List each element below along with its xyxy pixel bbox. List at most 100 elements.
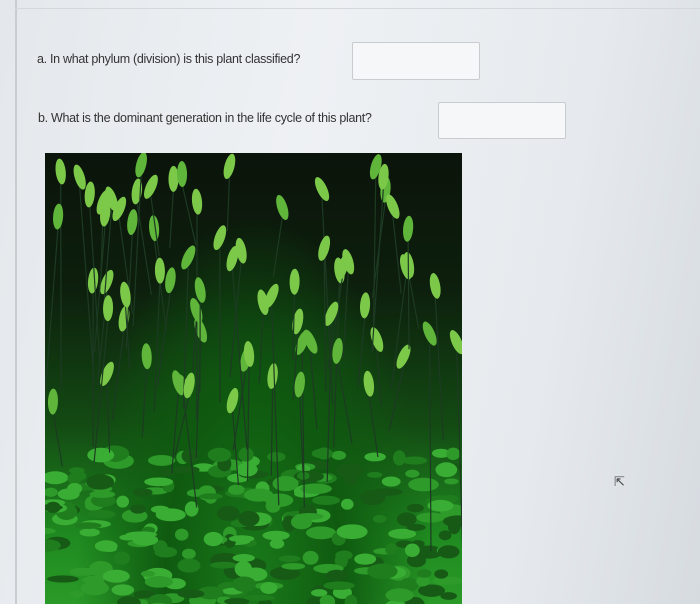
moss-leaf xyxy=(69,567,97,576)
moss-leaf xyxy=(335,463,364,478)
moss-leaf xyxy=(228,484,245,495)
moss-stalk xyxy=(169,188,175,249)
moss-stalk xyxy=(321,199,334,405)
moss-leaf xyxy=(269,538,285,549)
moss-capsule xyxy=(47,388,58,415)
moss-stalk xyxy=(309,351,318,430)
moss-capsule xyxy=(226,387,239,414)
moss-leaf xyxy=(340,498,354,510)
moss-capsule xyxy=(314,177,330,202)
moss-capsule xyxy=(429,273,441,299)
moss-leaf xyxy=(354,553,377,565)
moss-leaf xyxy=(102,569,130,583)
moss-leaf xyxy=(438,530,452,541)
moss-leaf xyxy=(294,512,324,520)
moss-leaf xyxy=(406,523,426,531)
moss-leaf xyxy=(432,576,462,585)
moss-leaf xyxy=(87,447,115,463)
moss-capsule xyxy=(223,153,236,179)
moss-leaf xyxy=(305,526,337,540)
moss-leaf xyxy=(155,508,186,522)
moss-capsule xyxy=(370,327,384,352)
moss-leaf xyxy=(87,509,116,519)
moss-leaf xyxy=(238,510,260,527)
moss-leaf xyxy=(427,499,454,512)
moss-stalk xyxy=(390,276,407,390)
moss-stalk xyxy=(171,392,179,474)
moss-leaf xyxy=(401,456,428,465)
moss-stalk xyxy=(392,216,402,294)
divider xyxy=(15,8,700,9)
moss-leaf xyxy=(207,447,232,462)
moss-leaf xyxy=(130,504,147,514)
moss-capsule xyxy=(177,161,188,188)
moss-stalk xyxy=(388,366,405,432)
moss-capsule xyxy=(181,245,196,270)
moss-stalk xyxy=(270,386,274,476)
moss-leaf xyxy=(408,477,439,492)
moss-leaf xyxy=(203,531,224,547)
moss-stalk xyxy=(93,318,109,462)
moss-stalk xyxy=(258,312,264,384)
moss-capsule xyxy=(165,267,176,294)
moss-leaf xyxy=(199,493,223,500)
moss-leaf xyxy=(177,589,205,599)
moss-leaf xyxy=(262,530,290,541)
moss-leaf xyxy=(113,551,131,565)
moss-leaf xyxy=(381,476,401,487)
moss-capsule xyxy=(154,257,165,284)
moss-leaf xyxy=(385,543,398,556)
question-a-answer-input[interactable] xyxy=(352,42,480,80)
moss-leaf xyxy=(243,488,274,502)
moss-capsule xyxy=(403,215,414,242)
moss-stalk xyxy=(106,383,111,453)
moss-leaf xyxy=(144,477,174,487)
moss-leaf xyxy=(331,450,347,460)
moss-capsule xyxy=(118,305,130,332)
moss-leaf xyxy=(364,452,386,462)
moss-leaf xyxy=(177,558,201,573)
moss-leaf xyxy=(325,569,348,581)
moss-capsule xyxy=(191,188,203,215)
moss-leaf xyxy=(406,503,424,513)
moss-leaf xyxy=(116,495,129,508)
moss-leaf xyxy=(434,569,449,579)
question-a-label: a. In what phylum (division) is this pla… xyxy=(37,52,301,66)
moss-leaf xyxy=(404,543,420,557)
moss-leaf xyxy=(102,545,117,553)
mouse-cursor-icon: ⇱ xyxy=(614,474,625,489)
moss-stalk xyxy=(408,274,420,329)
moss-leaf xyxy=(173,465,200,474)
moss-leaf xyxy=(367,563,398,580)
moss-leaf xyxy=(144,576,173,588)
moss-leaf xyxy=(416,569,432,578)
moss-capsule xyxy=(318,235,331,261)
moss-leaf xyxy=(133,488,153,497)
moss-capsule xyxy=(292,308,304,335)
moss-capsule xyxy=(135,153,147,178)
moss-leaf xyxy=(311,448,334,459)
moss-leaf xyxy=(111,584,135,596)
moss-photo xyxy=(45,153,462,604)
question-b-answer-input[interactable] xyxy=(438,102,566,139)
moss-capsule xyxy=(289,268,300,295)
moss-leaf xyxy=(267,452,286,462)
moss-leaf xyxy=(243,594,275,601)
moss-capsule xyxy=(141,343,152,370)
moss-capsule xyxy=(267,363,278,389)
moss-leaf xyxy=(446,447,461,461)
moss-capsule xyxy=(55,158,66,185)
moss-illustration xyxy=(45,153,462,604)
moss-stalk xyxy=(141,366,148,438)
moss-leaf xyxy=(140,570,156,577)
moss-leaf xyxy=(236,462,258,477)
moss-capsule xyxy=(449,330,462,355)
moss-leaf xyxy=(228,535,255,543)
moss-leaf xyxy=(281,562,306,570)
moss-leaf xyxy=(447,519,461,535)
moss-capsule xyxy=(213,225,227,251)
moss-leaf xyxy=(372,514,387,523)
moss-leaf xyxy=(125,531,158,538)
moss-leaf xyxy=(302,550,319,565)
moss-leaf xyxy=(336,524,368,540)
